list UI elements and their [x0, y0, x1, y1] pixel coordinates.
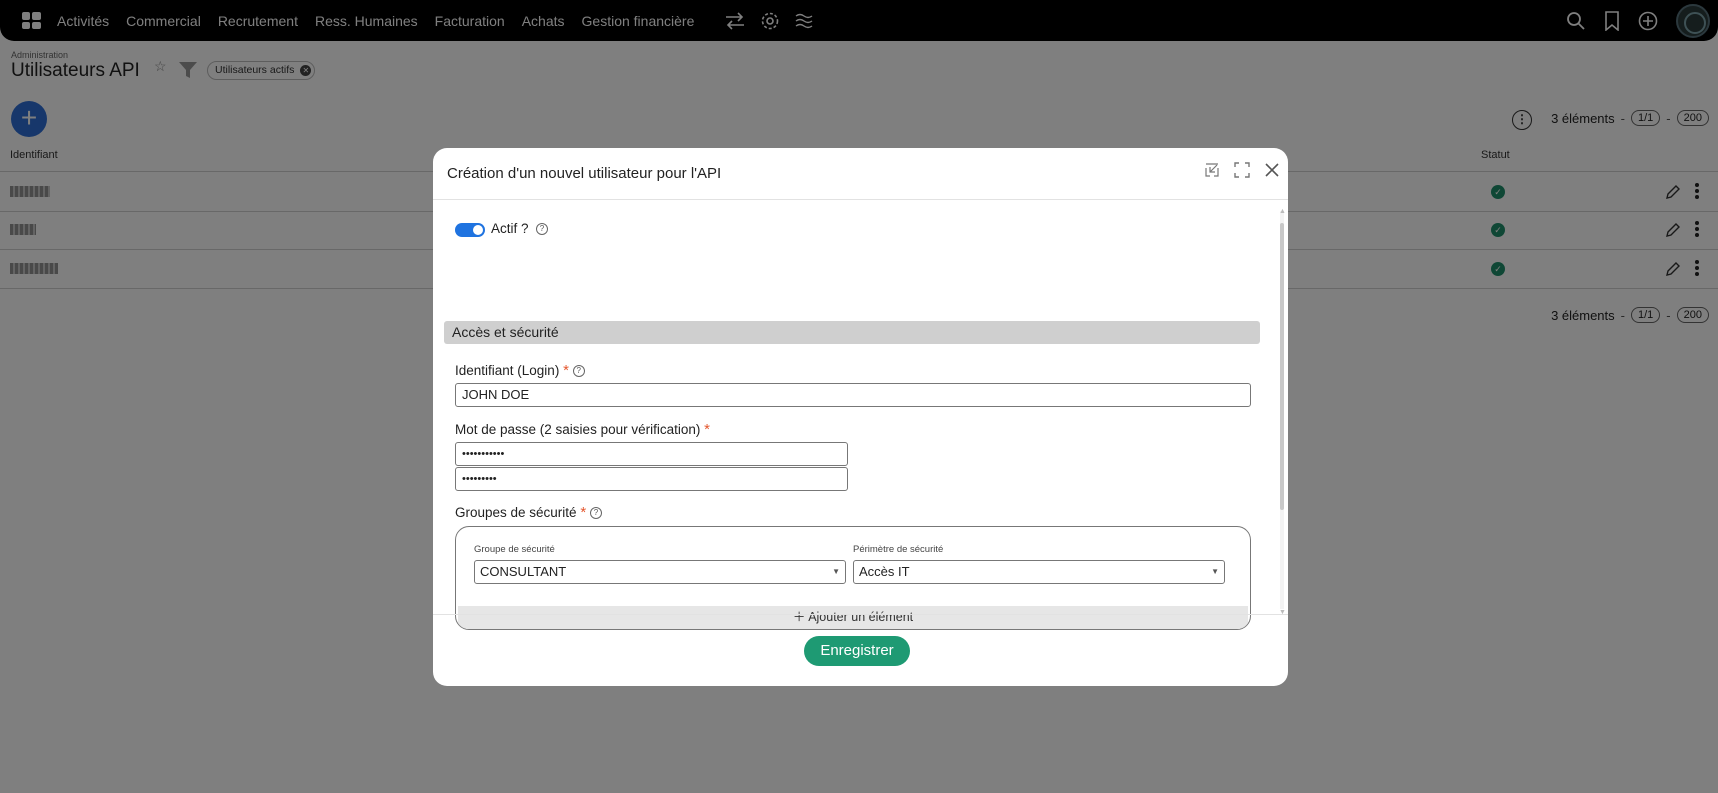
group-column-label: Groupe de sécurité: [474, 544, 555, 555]
save-button[interactable]: Enregistrer: [804, 636, 910, 666]
groups-label: Groupes de sécurité: [455, 505, 577, 520]
dialog-window-controls: [1190, 162, 1280, 178]
login-field-label: Identifiant (Login) * ?: [455, 362, 585, 379]
login-label: Identifiant (Login): [455, 363, 560, 378]
dialog-body: Actif ? ? Accès et sécurité Identifiant …: [433, 201, 1288, 630]
help-icon[interactable]: ?: [536, 223, 549, 236]
login-input[interactable]: JOHN DOE: [455, 383, 1251, 407]
active-label: Actif ?: [491, 221, 529, 236]
help-icon[interactable]: ?: [572, 365, 585, 378]
dialog-title: Création d'un nouvel utilisateur pour l'…: [447, 165, 722, 182]
help-icon[interactable]: ?: [589, 507, 602, 520]
section-access-security[interactable]: Accès et sécurité: [444, 321, 1260, 344]
dialog-footer: Enregistrer: [433, 614, 1288, 686]
close-icon[interactable]: [1264, 162, 1280, 178]
perimeter-column-label: Périmètre de sécurité: [853, 544, 944, 555]
required-marker: *: [580, 504, 587, 521]
minimize-icon[interactable]: [1204, 162, 1220, 178]
create-api-user-dialog: Création d'un nouvel utilisateur pour l'…: [433, 148, 1288, 686]
fullscreen-icon[interactable]: [1234, 162, 1250, 178]
password-field-label: Mot de passe (2 saisies pour vérificatio…: [455, 421, 710, 438]
required-marker: *: [563, 362, 569, 379]
security-group-value: CONSULTANT: [480, 564, 567, 579]
groups-field-label: Groupes de sécurité * ?: [455, 504, 602, 521]
password-label: Mot de passe (2 saisies pour vérificatio…: [455, 422, 701, 437]
scroll-up-icon[interactable]: ▲: [1279, 208, 1286, 215]
required-marker: *: [704, 421, 710, 438]
dialog-header: Création d'un nouvel utilisateur pour l'…: [433, 148, 1288, 200]
dialog-scrollbar[interactable]: ▲ ▼: [1279, 208, 1286, 616]
dropdown-arrow-icon: ▼: [832, 567, 840, 576]
active-field: Actif ? ?: [491, 221, 549, 236]
dropdown-arrow-icon: ▼: [1211, 567, 1219, 576]
password-input[interactable]: •••••••••••: [455, 442, 848, 466]
active-toggle[interactable]: [455, 223, 485, 237]
security-perimeter-select[interactable]: Accès IT ▼: [853, 560, 1225, 584]
security-perimeter-value: Accès IT: [859, 564, 910, 579]
security-group-select[interactable]: CONSULTANT ▼: [474, 560, 846, 584]
scrollbar-thumb[interactable]: [1280, 223, 1284, 510]
password-confirm-input[interactable]: •••••••••: [455, 467, 848, 491]
